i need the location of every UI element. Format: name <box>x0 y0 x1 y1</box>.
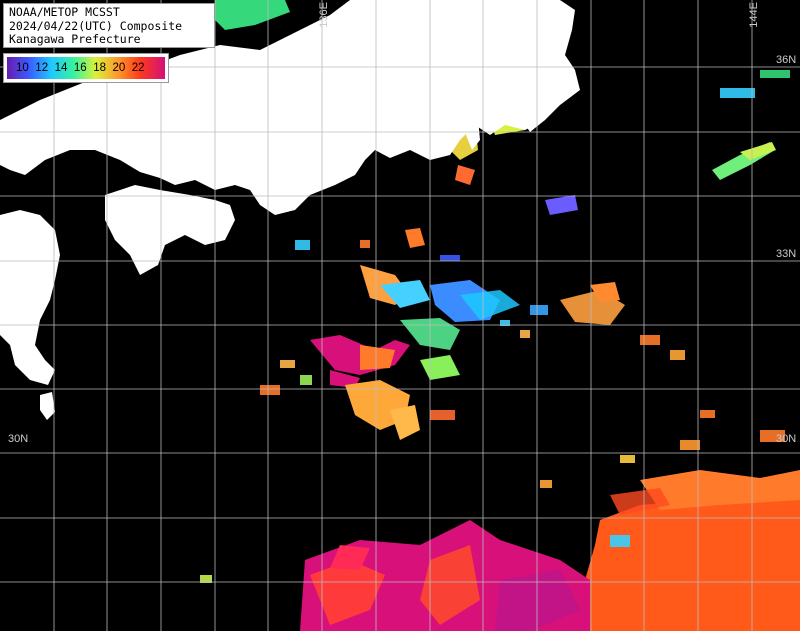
lat-label-30n-left: 30N <box>8 433 29 445</box>
scale-tick: 12 <box>35 62 49 74</box>
map-title-box: NOAA/METOP MCSST 2024/04/22(UTC) Composi… <box>3 3 215 48</box>
title-line-2: 2024/04/22(UTC) Composite <box>9 18 183 33</box>
lat-label-33n: 33N <box>776 248 797 260</box>
lon-label-136e: 136E <box>318 2 330 28</box>
scale-tick: 20 <box>112 62 126 74</box>
scale-tick: 22 <box>131 62 145 74</box>
map-canvas <box>0 0 800 631</box>
scale-tick: 14 <box>54 62 68 74</box>
temperature-color-scale: 10 12 14 16 18 20 22 <box>3 53 169 83</box>
title-line-3: Kanagawa Prefecture <box>9 32 141 46</box>
lon-label-144e: 144E <box>748 2 760 28</box>
scale-tick: 10 <box>16 62 29 74</box>
title-line-1: NOAA/METOP MCSST <box>9 5 120 19</box>
scale-tick: 18 <box>93 62 106 74</box>
lat-label-30n-right: 30N <box>776 433 797 445</box>
scale-tick: 16 <box>73 62 87 74</box>
sst-map: 136E 144E 36N 33N 30N 30N NOAA/METOP MCS… <box>0 0 800 631</box>
lat-label-36n: 36N <box>776 54 797 66</box>
